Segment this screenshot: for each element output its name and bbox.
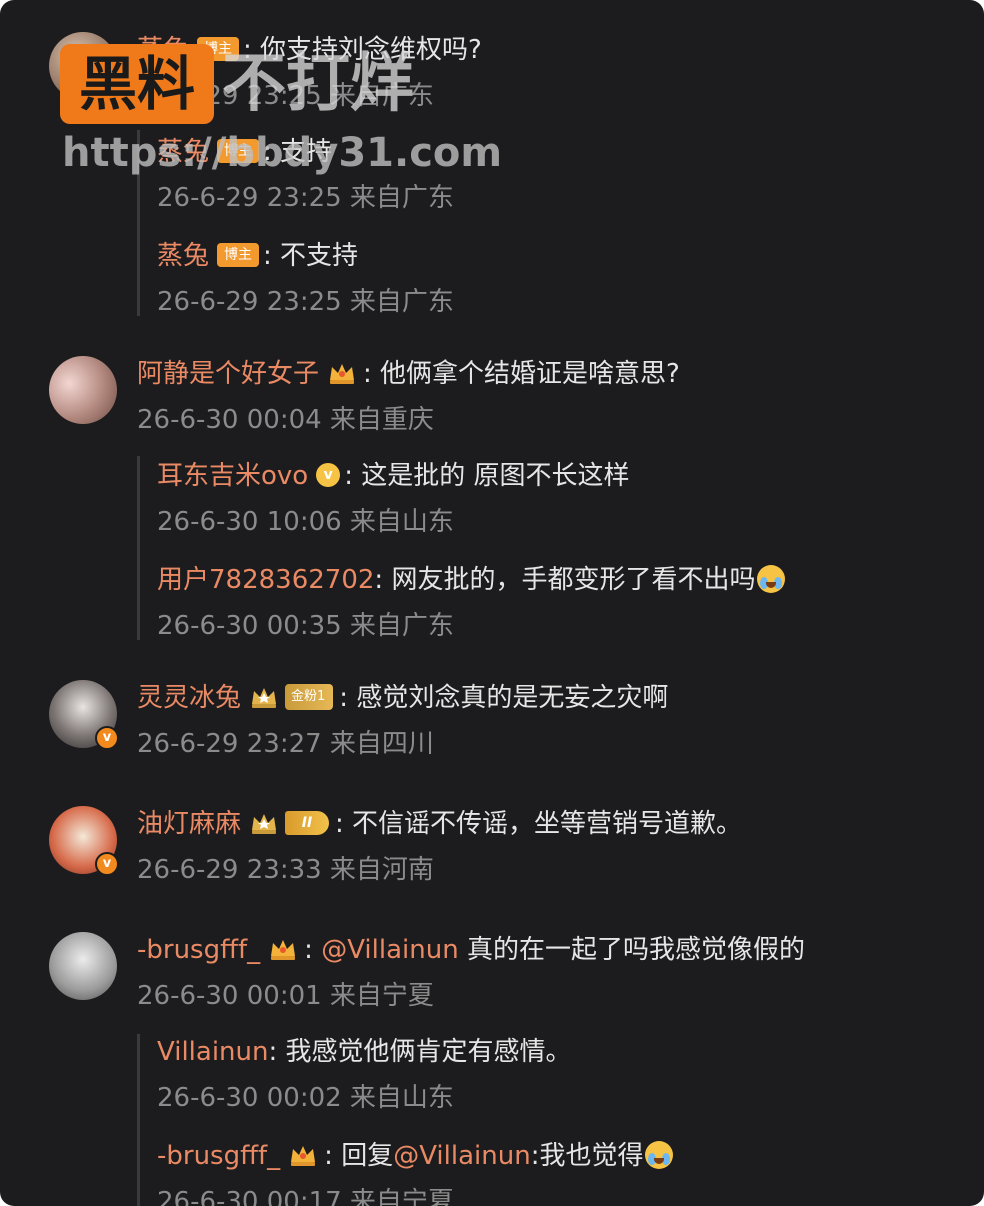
fan-badge: 金粉1: [285, 683, 334, 710]
verified-icon: v: [95, 852, 119, 876]
reply-meta: 26-6-29 23:25 来自广东: [157, 183, 454, 213]
comment-text: 真的在一起了吗我感觉像假的: [458, 935, 805, 965]
reply-text: : 不支持: [263, 241, 359, 271]
comment-text: : 不信谣不传谣，坐等营销号道歉。: [335, 809, 743, 839]
comment-line: 油灯麻麻 II: 不信谣不传谣，坐等营销号道歉。: [137, 804, 742, 844]
reply-meta: 26-6-29 23:25 来自广东: [157, 287, 454, 317]
username-link[interactable]: 蒸兔: [157, 241, 209, 271]
verified-icon: v: [316, 462, 341, 487]
watermark-url: https://bbdy31.com: [62, 130, 503, 176]
reply-line: 用户7828362702: 网友批的，手都变形了看不出吗: [157, 560, 786, 600]
crown-icon: [252, 687, 277, 708]
reply-line: -brusgfff_ : 回复@Villainun:我也觉得: [157, 1136, 674, 1176]
reply-line: 蒸兔 博主: 不支持: [157, 236, 358, 276]
user-avatar[interactable]: [49, 932, 117, 1000]
username-link[interactable]: 灵灵冰兔: [137, 683, 241, 713]
comment-line: -brusgfff_: @Villainun 真的在一起了吗我感觉像假的: [137, 930, 805, 970]
reply-text-prefix: : 回复: [324, 1141, 394, 1171]
reply-line: 耳东吉米ovo v: 这是批的 原图不长这样: [157, 456, 630, 496]
username-link[interactable]: -brusgfff_: [157, 1141, 280, 1171]
username-link[interactable]: 油灯麻麻: [137, 809, 241, 839]
comment-line: 阿静是个好女子 : 他俩拿个结婚证是啥意思?: [137, 354, 680, 394]
crown-icon: [330, 363, 355, 384]
reply-meta: 26-6-30 00:17 来自宁夏: [157, 1187, 454, 1206]
username-link[interactable]: Villainun: [157, 1037, 268, 1067]
username-link[interactable]: -brusgfff_: [137, 935, 260, 965]
reply-text: :我也觉得: [530, 1141, 644, 1171]
reply-text: : 网友批的，手都变形了看不出吗: [374, 565, 756, 595]
comment-meta: 26-6-30 00:04 来自重庆: [137, 405, 434, 435]
comment-text: : 他俩拿个结婚证是啥意思?: [363, 359, 680, 389]
reply-meta: 26-6-30 10:06 来自山东: [157, 507, 454, 537]
comment-meta: 26-6-30 00:01 来自宁夏: [137, 981, 434, 1011]
reply-rail: [137, 1034, 140, 1206]
reply-meta: 26-6-30 00:35 来自广东: [157, 611, 454, 641]
blogger-badge: 博主: [217, 242, 260, 267]
comment-meta: 26-6-29 23:33 来自河南: [137, 855, 434, 885]
username-link[interactable]: 耳东吉米ovo: [157, 461, 308, 491]
level-badge: II: [285, 810, 330, 835]
mention-link[interactable]: @Villainun: [321, 935, 458, 965]
crying-laughing-emoji-icon: [757, 564, 786, 593]
reply-text: : 这是批的 原图不长这样: [344, 461, 630, 491]
comment-text-prefix: :: [304, 935, 322, 965]
crying-emoji-icon: [645, 1140, 674, 1169]
user-avatar[interactable]: [49, 356, 117, 424]
watermark-logo: 黑料: [60, 44, 214, 124]
reply-text: : 我感觉他俩肯定有感情。: [268, 1037, 572, 1067]
comment-panel: 蒸兔博主: 你支持刘念维权吗? 26-6-29 23:25 来自广东 蒸兔博主:…: [0, 0, 984, 1206]
comment-meta: 26-6-29 23:27 来自四川: [137, 729, 434, 759]
verified-icon: v: [95, 726, 119, 750]
reply-line: Villainun: 我感觉他俩肯定有感情。: [157, 1032, 572, 1072]
crown-icon: [252, 813, 277, 834]
username-link[interactable]: 阿静是个好女子: [137, 359, 319, 389]
comment-line: 灵灵冰兔 金粉1: 感觉刘念真的是无妄之灾啊: [137, 678, 668, 718]
comment-text: : 感觉刘念真的是无妄之灾啊: [339, 683, 669, 713]
reply-meta: 26-6-30 00:02 来自山东: [157, 1083, 454, 1113]
username-link[interactable]: 用户7828362702: [157, 565, 374, 595]
watermark-text: 不打烊: [222, 47, 414, 121]
crown-icon: [291, 1145, 316, 1166]
mention-link[interactable]: @Villainun: [393, 1141, 530, 1171]
crown-icon: [271, 939, 296, 960]
reply-rail: [137, 456, 140, 640]
